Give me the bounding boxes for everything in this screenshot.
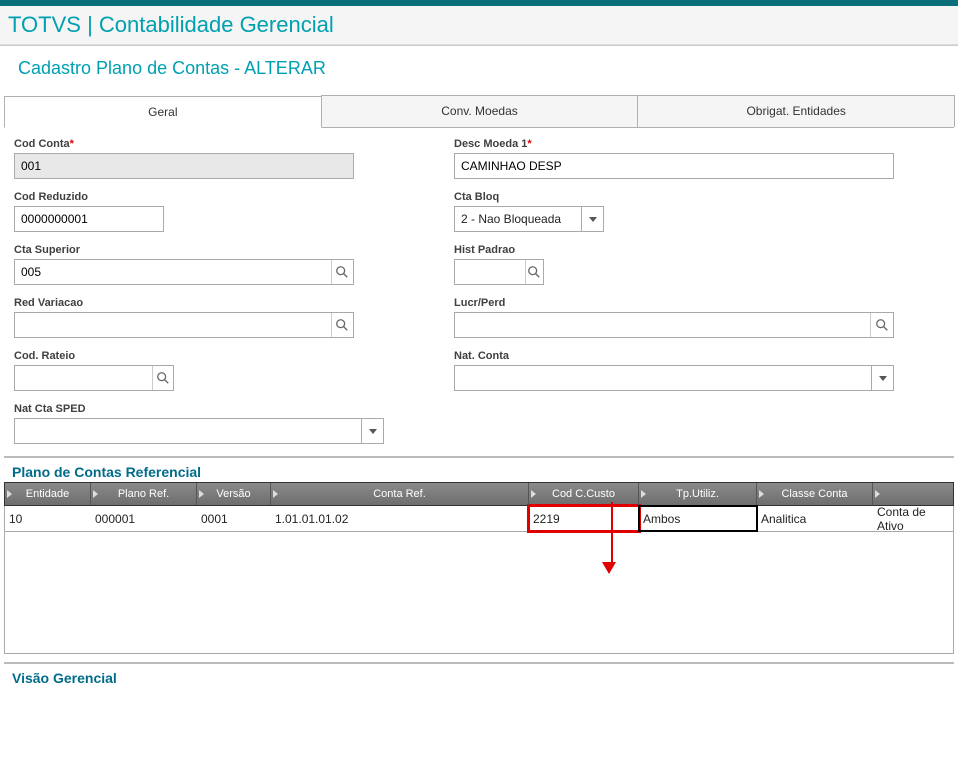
cell-conta-ref: 1.01.01.01.02 — [271, 506, 529, 531]
label-lucr-perd: Lucr/Perd — [454, 297, 894, 309]
col-cod-ccusto[interactable]: Cod C.Custo — [552, 488, 615, 500]
module-name: Contabilidade Gerencial — [99, 12, 334, 37]
cell-versao: 0001 — [197, 506, 271, 531]
app-header: TOTVS | Contabilidade Gerencial — [0, 6, 958, 45]
cell-cod-ccusto[interactable]: 2219 — [529, 506, 639, 531]
input-lucr-perd[interactable] — [454, 312, 894, 338]
label-cod-rateio: Cod. Rateio — [14, 350, 384, 362]
select-nat-conta[interactable] — [454, 365, 894, 391]
search-icon[interactable] — [331, 260, 353, 284]
input-hist-padrao[interactable] — [454, 259, 544, 285]
search-icon[interactable] — [525, 260, 543, 284]
chevron-down-icon[interactable] — [871, 366, 893, 390]
tab-conv-moedas[interactable]: Conv. Moedas — [321, 95, 639, 127]
tab-geral[interactable]: Geral — [4, 96, 322, 128]
grid-empty-area — [4, 532, 954, 654]
col-entidade[interactable]: Entidade — [26, 488, 69, 500]
page-title: Cadastro Plano de Contas - ALTERAR — [18, 58, 940, 79]
label-cta-superior: Cta Superior — [14, 244, 384, 256]
cell-tp-utiliz[interactable]: Ambos — [639, 506, 757, 531]
tab-bar: Geral Conv. Moedas Obrigat. Entidades — [4, 95, 954, 128]
tab-obrigat-entidades[interactable]: Obrigat. Entidades — [637, 95, 955, 127]
label-cod-reduzido: Cod Reduzido — [14, 191, 384, 203]
select-cta-bloq[interactable]: 2 - Nao Bloqueada — [454, 206, 604, 232]
input-desc-moeda1[interactable] — [454, 153, 894, 179]
cell-classe-conta: Analitica — [757, 506, 873, 531]
cell-plano-ref: 000001 — [91, 506, 197, 531]
chevron-down-icon[interactable] — [361, 419, 383, 443]
input-cta-superior[interactable] — [14, 259, 354, 285]
col-tp-utiliz[interactable]: Tp.Utiliz. — [676, 488, 719, 500]
label-cta-bloq: Cta Bloq — [454, 191, 894, 203]
select-nat-cta-sped[interactable] — [14, 418, 384, 444]
label-desc-moeda1: Desc Moeda 1 — [454, 138, 527, 150]
label-nat-conta: Nat. Conta — [454, 350, 894, 362]
search-icon[interactable] — [152, 366, 173, 390]
col-versao[interactable]: Versão — [216, 488, 250, 500]
input-cod-reduzido[interactable] — [14, 206, 164, 232]
grid-header: Entidade Plano Ref. Versão Conta Ref. Co… — [4, 482, 954, 506]
col-plano-ref[interactable]: Plano Ref. — [118, 488, 169, 500]
input-red-variacao[interactable] — [14, 312, 354, 338]
vendor-name: TOTVS — [8, 12, 81, 37]
label-cod-conta: Cod Conta — [14, 138, 70, 150]
cell-tipo-conta: Conta de Ativo — [873, 506, 953, 531]
input-cod-conta[interactable] — [14, 153, 354, 179]
section-plano-referencial: Plano de Contas Referencial — [4, 456, 954, 482]
section-visao-gerencial: Visão Gerencial — [4, 662, 954, 688]
label-red-variacao: Red Variacao — [14, 297, 384, 309]
cell-entidade: 10 — [5, 506, 91, 531]
input-cod-rateio[interactable] — [14, 365, 174, 391]
search-icon[interactable] — [870, 313, 893, 337]
col-conta-ref[interactable]: Conta Ref. — [373, 488, 426, 500]
search-icon[interactable] — [331, 313, 353, 337]
table-row[interactable]: 10 000001 0001 1.01.01.01.02 2219 Ambos … — [4, 506, 954, 532]
label-nat-cta-sped: Nat Cta SPED — [14, 403, 384, 415]
chevron-down-icon[interactable] — [581, 207, 603, 231]
col-classe-conta[interactable]: Classe Conta — [781, 488, 847, 500]
label-hist-padrao: Hist Padrao — [454, 244, 894, 256]
